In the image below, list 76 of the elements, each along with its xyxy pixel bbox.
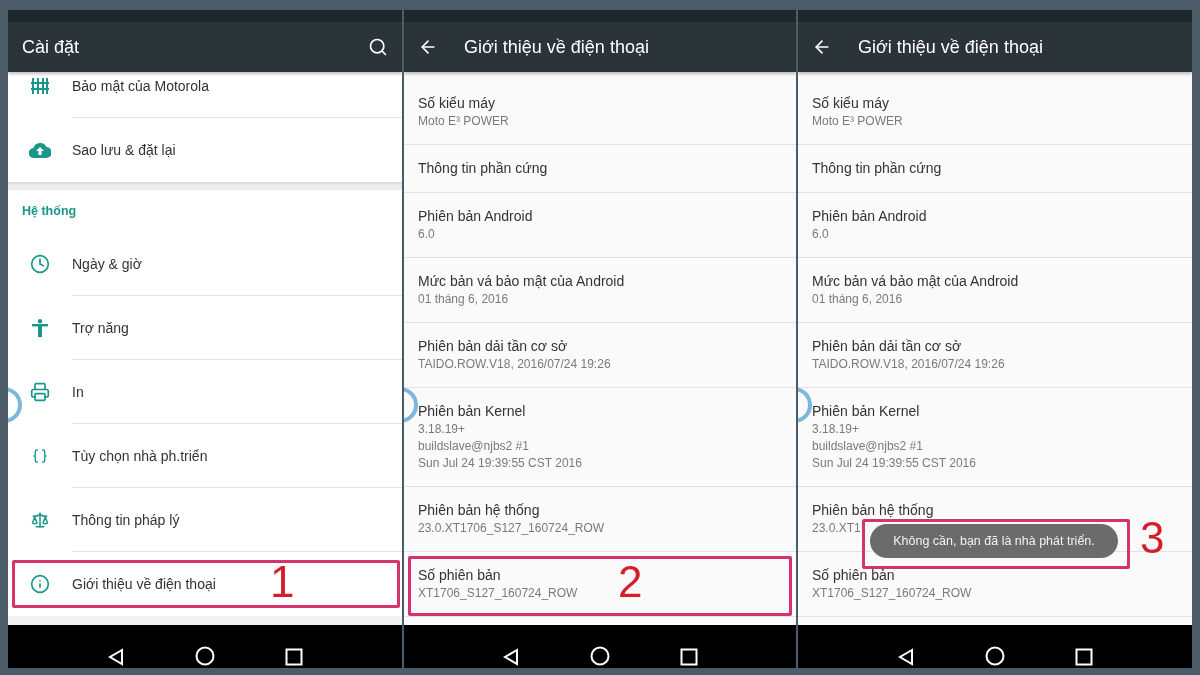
scale-icon <box>31 511 49 529</box>
step-number: 3 <box>1140 516 1165 560</box>
row-title: Phiên bản hệ thống <box>812 501 934 520</box>
home-button[interactable] <box>590 646 610 666</box>
item-label: Tùy chọn nhà ph.triển <box>72 447 208 464</box>
row-value: Sun Jul 24 19:39:55 CST 2016 <box>418 455 582 472</box>
row-title: Phiên bản Kernel <box>418 402 526 421</box>
row-title: Phiên bản Kernel <box>812 402 920 421</box>
screen-title: Cài đặt <box>22 36 81 58</box>
row-title: Phiên bản hệ thống <box>418 501 540 520</box>
recents-button[interactable] <box>680 648 698 666</box>
step-number: 2 <box>618 560 643 604</box>
printer-icon <box>30 382 50 402</box>
back-button[interactable] <box>107 648 125 666</box>
row-value: 6.0 <box>812 226 829 243</box>
row-value: 3.18.19+ <box>418 421 466 438</box>
row-title: Phiên bản Android <box>418 207 533 226</box>
toast: Không cần, bạn đã là nhà phát triển. <box>870 524 1118 558</box>
row-title: Thông tin phần cứng <box>812 159 942 178</box>
settings-item[interactable]: Sao lưu & đặt lại <box>8 118 402 182</box>
back-button[interactable] <box>502 648 520 666</box>
person-icon <box>32 319 48 337</box>
item-label: Sao lưu & đặt lại <box>72 142 176 158</box>
braces-icon <box>32 448 48 464</box>
row-title: Mức bản vá bảo mật của Android <box>812 272 1019 291</box>
info-icon <box>30 574 50 594</box>
section-header: Hệ thống <box>22 204 77 218</box>
fence-icon <box>31 78 49 94</box>
row-value: buildslave@njbs2 #1 <box>812 438 923 455</box>
row-value: 23.0.XT1 <box>812 520 861 537</box>
row-value: Moto E³ POWER <box>418 113 509 130</box>
row-title: Thông tin phần cứng <box>418 159 548 178</box>
row-title: Phiên bản dải tần cơ sở <box>812 337 962 356</box>
cloud-upload-icon <box>29 142 51 158</box>
screen-title: Giới thiệu về điện thoại <box>858 36 1044 58</box>
clock-icon <box>30 254 50 274</box>
item-label: Ngày & giờ <box>72 255 142 272</box>
settings-item[interactable]: In <box>8 360 402 424</box>
settings-item[interactable]: Giới thiệu về điện thoại 1 <box>8 552 402 616</box>
row-value: TAIDO.ROW.V18, 2016/07/24 19:26 <box>418 356 611 373</box>
recents-button[interactable] <box>1075 648 1093 666</box>
item-label: Giới thiệu về điện thoại <box>72 576 216 592</box>
row-title: Phiên bản dải tần cơ sở <box>418 337 568 356</box>
screen-title: Giới thiệu về điện thoại <box>464 36 650 58</box>
row-value: XT1706_S127_160724_ROW <box>418 585 578 602</box>
item-label: Bảo mật của Motorola <box>72 77 209 94</box>
row-title: Số kiểu máy <box>812 94 890 113</box>
row-value: buildslave@njbs2 #1 <box>418 438 529 455</box>
settings-item[interactable]: Bảo mật của Motorola <box>8 72 402 118</box>
settings-item[interactable]: Tùy chọn nhà ph.triển <box>8 424 402 488</box>
row-title: Phiên bản Android <box>812 207 927 226</box>
item-label: Thông tin pháp lý <box>72 511 180 528</box>
home-button[interactable] <box>985 646 1005 666</box>
item-label: In <box>72 383 84 400</box>
settings-item[interactable]: Trợ năng <box>8 296 402 360</box>
row-value: 6.0 <box>418 226 435 243</box>
row-value: 3.18.19+ <box>812 421 860 438</box>
row-value: 01 tháng 6, 2016 <box>418 291 509 308</box>
row-value: XT1706_S127_160724_ROW <box>812 585 972 602</box>
step-number: 1 <box>270 560 295 604</box>
row-value: 01 tháng 6, 2016 <box>812 291 903 308</box>
row-value: TAIDO.ROW.V18, 2016/07/24 19:26 <box>812 356 1005 373</box>
row-title: Mức bản vá bảo mật của Android <box>418 272 625 291</box>
row-value: Moto E³ POWER <box>812 113 903 130</box>
home-button[interactable] <box>195 646 215 666</box>
back-button[interactable] <box>897 648 915 666</box>
item-label: Trợ năng <box>72 319 129 336</box>
recents-button[interactable] <box>285 648 303 666</box>
row-value: 23.0.XT1706_S127_160724_ROW <box>418 520 605 537</box>
settings-item[interactable]: Thông tin pháp lý <box>8 488 402 552</box>
row-value: Sun Jul 24 19:39:55 CST 2016 <box>812 455 976 472</box>
search-button[interactable] <box>368 37 388 57</box>
row-title: Số kiểu máy <box>418 94 496 113</box>
row-title: Số phiên bản <box>812 566 895 585</box>
settings-item[interactable]: Ngày & giờ <box>8 232 402 296</box>
row-title: Số phiên bản <box>418 566 501 585</box>
